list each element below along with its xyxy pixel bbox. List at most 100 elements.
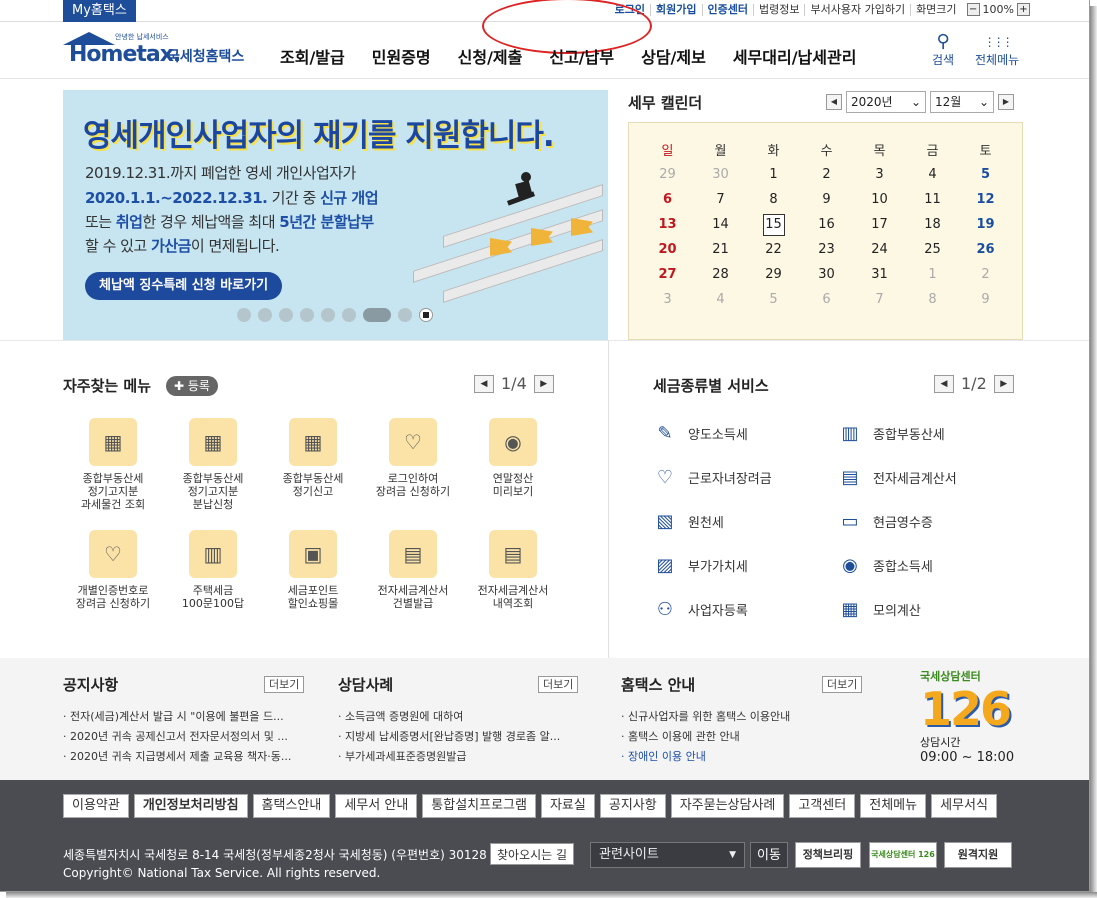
calendar-day[interactable]: 9 (959, 287, 1012, 312)
calendar-day[interactable]: 5 (747, 287, 800, 312)
calendar-day[interactable]: 17 (853, 212, 906, 237)
calendar-day[interactable]: 24 (853, 237, 906, 262)
zoom-out-button[interactable]: − (966, 3, 980, 16)
notice-more-button[interactable]: 더보기 (264, 676, 305, 693)
consult-126-banner[interactable]: 국세상담센터 126 (869, 842, 937, 868)
all-menu-button[interactable]: ⋮⋮⋮ 전체메뉴 (975, 33, 1019, 68)
calendar-day[interactable]: 31 (853, 262, 906, 287)
favorite-menu-item[interactable]: ▤ 전자세금계산서 내역조회 (463, 530, 563, 610)
installment-apply-button[interactable]: 체납액 징수특례 신청 바로가기 (85, 272, 283, 300)
policy-briefing-banner[interactable]: 정책브리핑 (795, 842, 861, 868)
dept-user-signup-link[interactable]: 부서사용자 가입하기 (804, 3, 910, 16)
go-button[interactable]: 이동 (750, 842, 788, 868)
tax-service-item[interactable]: ▦ 모의계산 (837, 596, 920, 622)
next-month-button[interactable]: ▶ (998, 94, 1014, 110)
banner-dot[interactable] (321, 308, 335, 322)
calendar-day[interactable]: 30 (800, 262, 853, 287)
tax-service-item[interactable]: ▤ 전자세금계산서 (837, 464, 956, 490)
tax-service-item[interactable]: ◉ 종합소득세 (837, 552, 933, 578)
tax-service-item[interactable]: ♡ 근로자녀장려금 (652, 464, 772, 490)
tax-service-next-button[interactable]: ▶ (993, 374, 1014, 393)
calendar-day[interactable]: 18 (906, 212, 959, 237)
calendar-day[interactable]: 8 (747, 187, 800, 212)
nav-tax-agent[interactable]: 세무대리/납세관리 (733, 44, 857, 68)
tax-service-item[interactable]: ✎ 양도소득세 (652, 420, 747, 446)
tax-service-item[interactable]: ▭ 현금영수증 (837, 508, 932, 534)
calendar-day[interactable]: 14 (694, 212, 747, 237)
calendar-day[interactable]: 28 (694, 262, 747, 287)
banner-dot-active[interactable] (363, 308, 391, 322)
calendar-day[interactable]: 7 (853, 287, 906, 312)
tax-service-item[interactable]: ⚇ 사업자등록 (652, 596, 748, 622)
related-sites-select[interactable]: 관련사이트 ▼ (590, 842, 745, 868)
calendar-day[interactable]: 22 (747, 237, 800, 262)
footer-link[interactable]: 공지사항 (599, 794, 666, 818)
notice-item[interactable]: 2020년 귀속 공제신고서 전자문서정의서 및 ... (63, 727, 308, 747)
favorite-menu-item[interactable]: ▦ 종합부동산세 정기고지분 과세물건 조회 (63, 418, 163, 511)
calendar-day[interactable]: 29 (747, 262, 800, 287)
calendar-day[interactable]: 30 (694, 162, 747, 187)
guide-item[interactable]: 홈택스 이용에 관한 안내 (621, 727, 871, 747)
favorite-menu-item[interactable]: ▤ 전자세금계산서 건별발급 (363, 530, 463, 610)
banner-dot[interactable] (279, 308, 293, 322)
tax-service-item[interactable]: ▨ 부가가치세 (652, 552, 747, 578)
footer-link[interactable]: 세무서식 (931, 794, 997, 818)
calendar-day[interactable]: 25 (906, 237, 959, 262)
consult-center-126[interactable]: 국세상담센터 126 상담시간 09:00 ~ 18:00 (920, 668, 1030, 773)
banner-dot[interactable] (300, 308, 314, 322)
favorite-menu-item[interactable]: ▦ 종합부동산세 정기고지분 분납신청 (163, 418, 263, 511)
favorite-menu-item[interactable]: ▣ 세금포인트 할인쇼핑몰 (263, 530, 363, 610)
footer-link[interactable]: 고객센터 (789, 794, 856, 818)
signup-link[interactable]: 회원가입 (650, 3, 701, 16)
calendar-day[interactable]: 19 (959, 212, 1012, 237)
calendar-day[interactable]: 6 (641, 187, 694, 212)
search-button[interactable]: ⚲ 검색 (932, 33, 954, 68)
tax-service-prev-button[interactable]: ◀ (934, 374, 954, 393)
register-favorite-button[interactable]: ✚ 등록 (166, 376, 218, 396)
main-banner[interactable]: 영세개인사업자의 재기를 지원합니다. 2019.12.31.까지 폐업한 영세… (63, 90, 608, 340)
favorite-menu-item[interactable]: ◉ 연말정산 미리보기 (463, 418, 563, 498)
nav-inquiry-issue[interactable]: 조회/발급 (280, 44, 345, 68)
nav-civil-certificate[interactable]: 민원증명 (372, 44, 431, 68)
remote-support-banner[interactable]: 원격지원 (944, 842, 1012, 868)
calendar-day[interactable]: 13 (641, 212, 694, 237)
nav-report-pay[interactable]: 신고/납부 (549, 44, 614, 68)
calendar-day[interactable]: 3 (641, 287, 694, 312)
calendar-day[interactable]: 2 (800, 162, 853, 187)
calendar-day[interactable]: 11 (906, 187, 959, 212)
calendar-day[interactable]: 29 (641, 162, 694, 187)
favorite-menu-item[interactable]: ▥ 주택세금 100문100답 (163, 530, 263, 610)
footer-link[interactable]: 자료실 (540, 794, 595, 818)
case-item[interactable]: 지방세 납세증명서[완납증명] 발행 경로좀 알... (338, 727, 583, 747)
calendar-day[interactable]: 4 (906, 162, 959, 187)
footer-link[interactable]: 세무서 안내 (335, 794, 418, 818)
calendar-day[interactable]: 26 (959, 237, 1012, 262)
calendar-day[interactable]: 6 (800, 287, 853, 312)
calendar-day[interactable]: 2 (959, 262, 1012, 287)
footer-link[interactable]: 개인정보처리방침 (133, 794, 248, 818)
footer-link[interactable]: 이용약관 (63, 794, 129, 818)
favorite-menu-item[interactable]: ▦ 종합부동산세 정기신고 (263, 418, 363, 498)
hometax-logo[interactable]: 안녕한 납세서비스 Hometax. 국세청홈택스 (63, 32, 253, 72)
favorite-menu-item[interactable]: ♡ 로그인하여 장려금 신청하기 (363, 418, 463, 498)
pause-icon[interactable] (419, 308, 433, 322)
banner-dot[interactable] (237, 308, 251, 322)
month-select[interactable]: 12월 ⌄ (930, 91, 994, 113)
calendar-day[interactable]: 3 (853, 162, 906, 187)
law-info-link[interactable]: 법령정보 (753, 3, 804, 16)
calendar-day[interactable]: 23 (800, 237, 853, 262)
banner-dot[interactable] (258, 308, 272, 322)
my-hometax-tab[interactable]: My홈택스 (63, 0, 136, 22)
favorites-prev-button[interactable]: ◀ (474, 374, 494, 393)
notice-item[interactable]: 2020년 귀속 지급명세서 제출 교육용 책자·동... (63, 747, 308, 767)
calendar-day[interactable]: 21 (694, 237, 747, 262)
prev-month-button[interactable]: ◀ (826, 94, 842, 110)
favorite-menu-item[interactable]: ♡ 개별인증번호로 장려금 신청하기 (63, 530, 163, 610)
calendar-day[interactable]: 15 (747, 212, 800, 237)
calendar-day[interactable]: 1 (906, 262, 959, 287)
footer-link[interactable]: 통합설치프로그램 (422, 794, 536, 818)
guide-item[interactable]: 신규사업자를 위한 홈택스 이용안내 (621, 707, 871, 727)
calendar-day[interactable]: 5 (959, 162, 1012, 187)
favorites-next-button[interactable]: ▶ (533, 374, 554, 393)
banner-dot[interactable] (342, 308, 356, 322)
